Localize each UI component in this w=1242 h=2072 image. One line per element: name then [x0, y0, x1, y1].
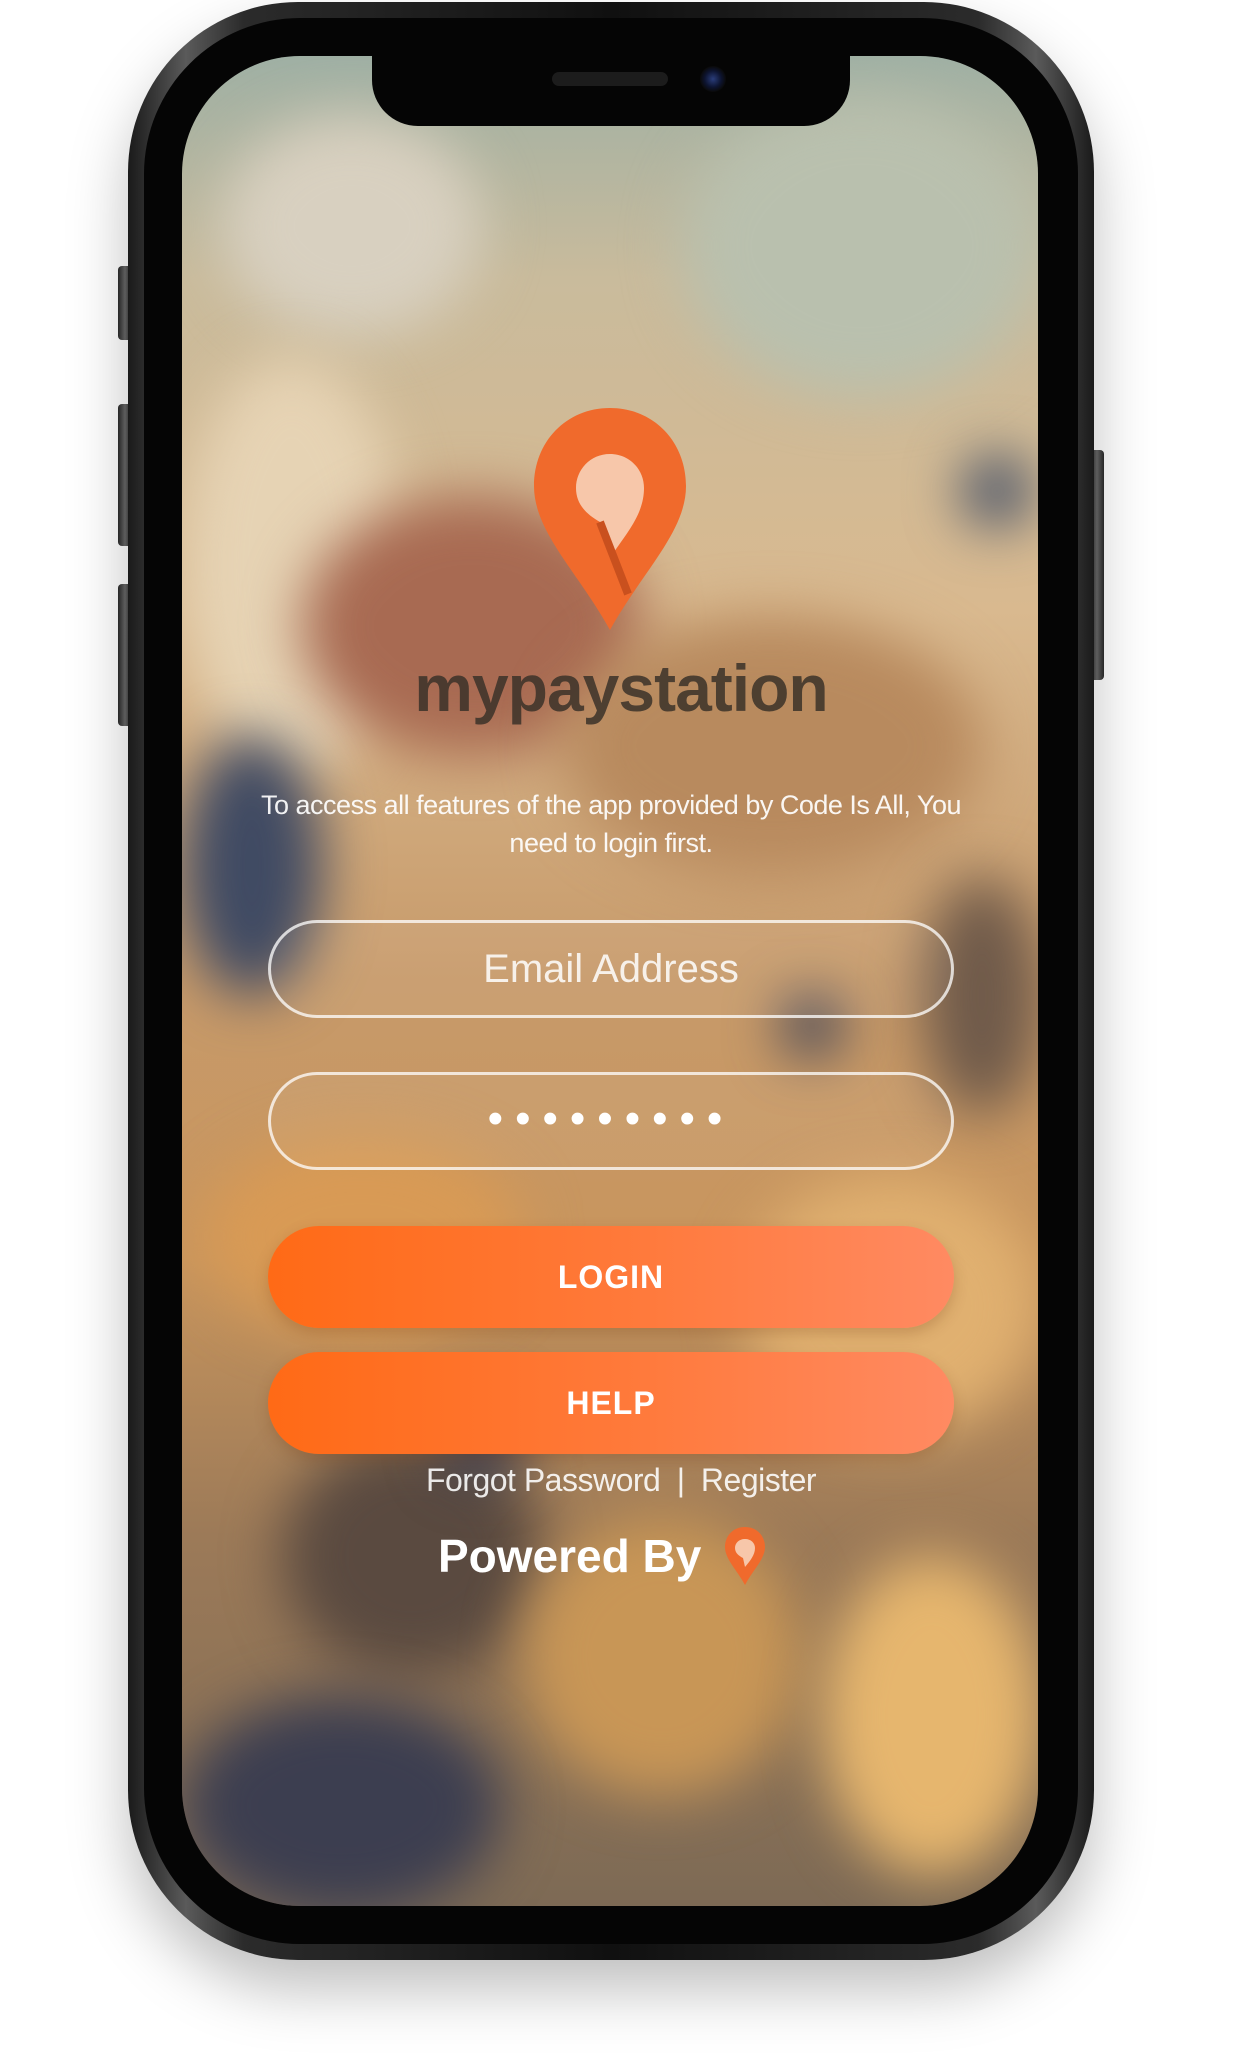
- account-links: Forgot Password | Register: [0, 1462, 1242, 1499]
- background-bokeh: [222, 116, 482, 336]
- background-bokeh: [962, 456, 1032, 526]
- earpiece-speaker: [552, 72, 668, 86]
- brand-name: mypaystation: [414, 651, 828, 725]
- powered-by: Powered By: [438, 1526, 767, 1586]
- front-camera: [700, 66, 726, 92]
- device-mockup: mypaystation To access all features of t…: [0, 0, 1242, 2072]
- background-bokeh: [182, 1696, 502, 1906]
- location-pin-icon: [534, 408, 686, 630]
- register-link[interactable]: Register: [701, 1462, 817, 1499]
- login-instructions: To access all features of the app provid…: [261, 790, 961, 858]
- email-field[interactable]: Email Address: [268, 920, 954, 1018]
- powered-by-label: Powered By: [438, 1530, 702, 1582]
- phone-notch: [372, 56, 850, 126]
- background-bokeh: [822, 1556, 1038, 1876]
- forgot-password-link[interactable]: Forgot Password: [426, 1462, 661, 1499]
- login-button[interactable]: LOGIN: [268, 1226, 954, 1328]
- help-button[interactable]: HELP: [268, 1352, 954, 1454]
- password-value: •••••••••: [487, 1094, 735, 1143]
- password-field[interactable]: •••••••••: [268, 1072, 954, 1170]
- link-separator: |: [676, 1462, 685, 1498]
- location-pin-icon: [725, 1527, 766, 1585]
- email-placeholder: Email Address: [483, 947, 739, 991]
- background-bokeh: [682, 96, 1038, 396]
